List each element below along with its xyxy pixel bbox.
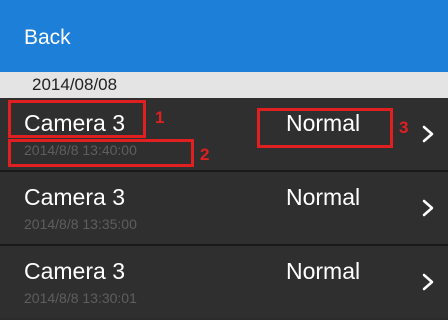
annotation-marker-2: 2 xyxy=(200,145,210,164)
date-section-label: 2014/08/08 xyxy=(32,75,118,94)
event-timestamp: 2014/8/8 13:35:00 xyxy=(24,216,137,232)
event-status: Normal xyxy=(286,184,361,210)
annotation-box-status xyxy=(257,108,393,148)
back-button[interactable]: Back xyxy=(24,24,71,52)
annotation-marker-3: 3 xyxy=(399,118,409,137)
chevron-right-icon xyxy=(422,273,434,291)
event-row[interactable]: Camera 3 2014/8/8 13:35:00 Normal xyxy=(0,172,448,246)
app-header: Back xyxy=(0,0,448,72)
event-status: Normal xyxy=(286,258,361,284)
event-camera-name: Camera 3 xyxy=(24,258,125,284)
event-camera-name: Camera 3 xyxy=(24,184,125,210)
event-row[interactable]: Camera 3 2014/8/8 13:30:01 Normal xyxy=(0,246,448,318)
annotation-marker-1: 1 xyxy=(155,108,165,127)
date-section-header: 2014/08/08 xyxy=(0,72,448,98)
annotation-box-camera-name xyxy=(8,100,146,138)
chevron-right-icon xyxy=(422,199,434,217)
annotation-box-timestamp xyxy=(8,139,194,167)
chevron-right-icon xyxy=(422,125,434,143)
event-timestamp: 2014/8/8 13:30:01 xyxy=(24,290,137,306)
